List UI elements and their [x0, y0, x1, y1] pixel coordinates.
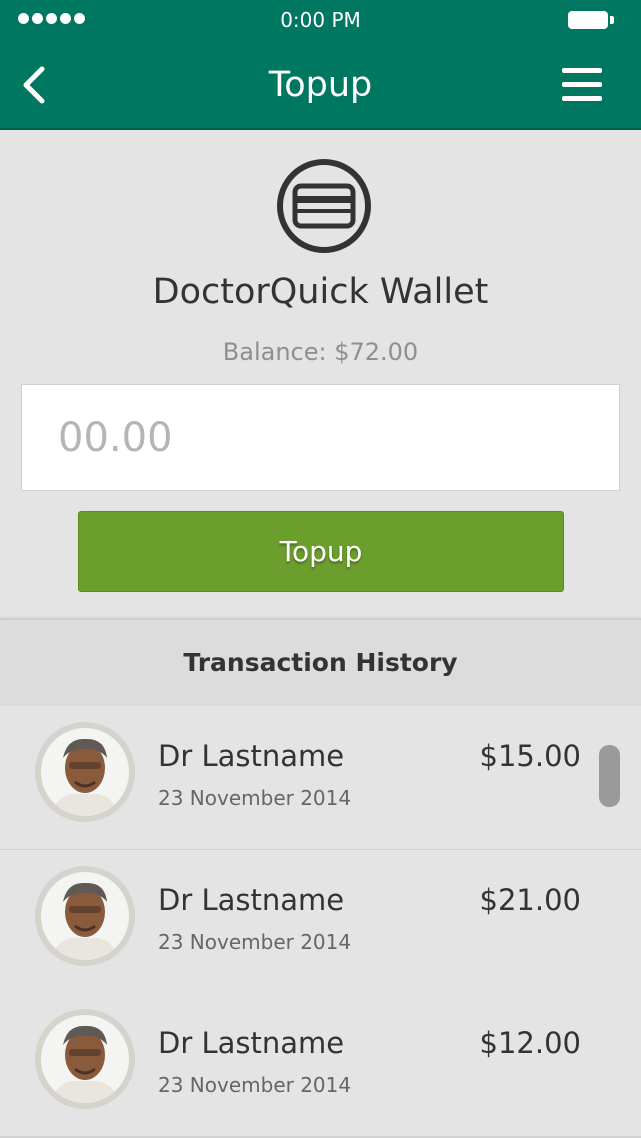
transaction-history-header: Transaction History	[0, 618, 641, 708]
transaction-row[interactable]: Dr Lastname 23 November 2014 $12.00	[0, 993, 641, 1138]
doctor-avatar	[35, 1009, 135, 1109]
transaction-date: 23 November 2014	[158, 1073, 352, 1097]
doctor-name: Dr Lastname	[158, 739, 345, 773]
credit-card-icon	[277, 159, 371, 253]
transaction-amount: $15.00	[479, 739, 581, 773]
status-bar: 0:00 PM	[0, 0, 641, 40]
transaction-row[interactable]: Dr Lastname 23 November 2014 $15.00	[0, 706, 641, 851]
transaction-row[interactable]: Dr Lastname 23 November 2014 $21.00	[0, 850, 641, 995]
transaction-date: 23 November 2014	[158, 930, 352, 954]
doctor-avatar	[35, 722, 135, 822]
wallet-title: DoctorQuick Wallet	[152, 272, 489, 312]
transaction-date: 23 November 2014	[158, 786, 352, 810]
status-time: 0:00 PM	[280, 8, 361, 32]
transaction-history-title: Transaction History	[183, 648, 458, 677]
nav-bar: Topup	[0, 40, 641, 130]
doctor-name: Dr Lastname	[158, 1026, 345, 1060]
doctor-avatar	[35, 866, 135, 966]
doctor-name: Dr Lastname	[158, 883, 345, 917]
transaction-amount: $12.00	[479, 1026, 581, 1060]
hamburger-menu-icon	[562, 68, 608, 101]
topup-button[interactable]: Topup	[78, 511, 564, 592]
menu-button[interactable]	[562, 68, 608, 108]
battery-icon	[568, 11, 614, 29]
wallet-balance: Balance: $72.00	[222, 338, 419, 366]
transaction-amount: $21.00	[479, 883, 581, 917]
amount-input[interactable]	[21, 384, 620, 491]
page-title: Topup	[268, 65, 373, 105]
scrollbar-thumb[interactable]	[599, 745, 620, 807]
